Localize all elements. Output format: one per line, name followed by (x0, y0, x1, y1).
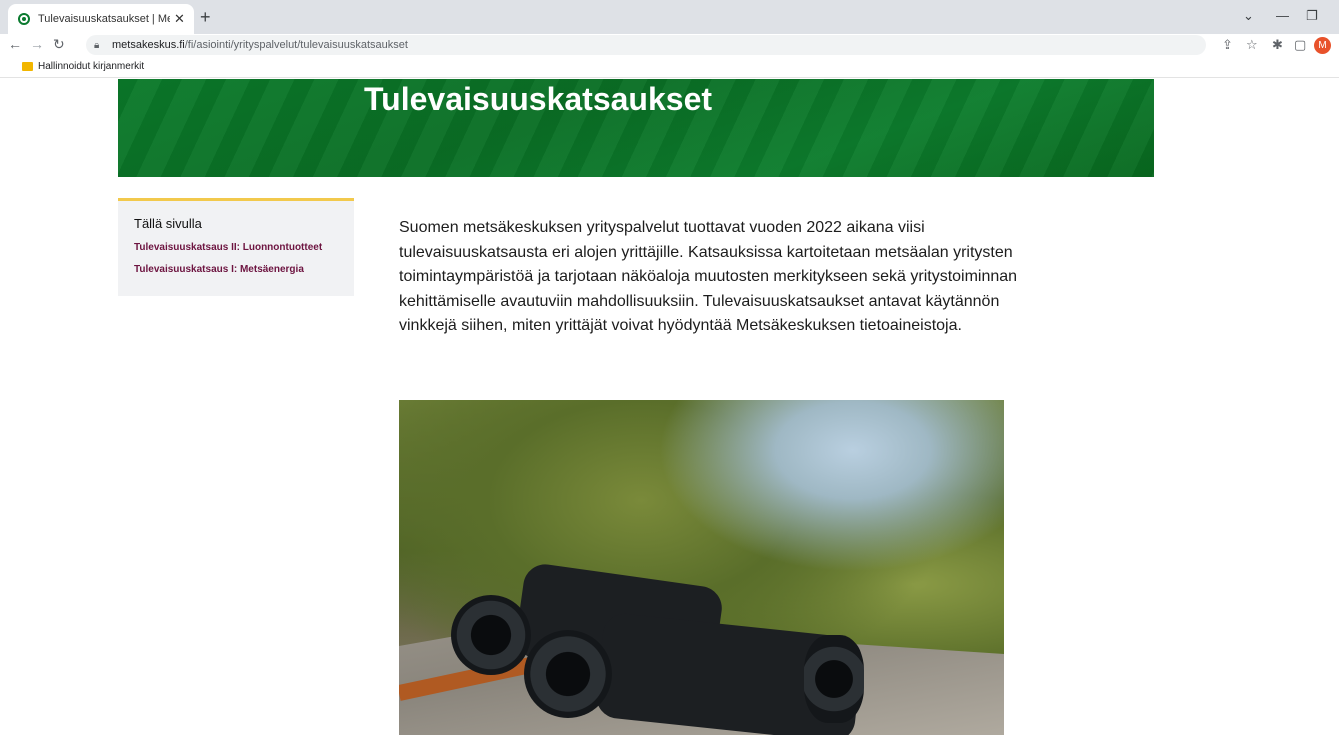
bookmarks-bar: Hallinnoidut kirjanmerkit (0, 56, 1339, 78)
share-icon[interactable]: ⇪ (1222, 37, 1233, 53)
reload-icon[interactable]: ↻ (53, 36, 65, 53)
folder-icon (22, 62, 33, 71)
restore-icon[interactable]: ❐ (1306, 8, 1318, 24)
eyepiece-lens-left (451, 595, 531, 675)
new-tab-button[interactable]: + (200, 7, 211, 27)
sidepanel-icon[interactable]: ▢ (1294, 37, 1306, 53)
site-favicon-icon (18, 13, 30, 25)
tab-title: Tulevaisuuskatsaukset | Metsäkes (38, 13, 170, 25)
forward-icon[interactable]: → (30, 36, 44, 52)
tab-close-icon[interactable]: ✕ (174, 11, 185, 27)
anchor-link-metsaenergia[interactable]: Tulevaisuuskatsaus I: Metsäenergia (134, 264, 304, 275)
star-icon[interactable]: ☆ (1246, 37, 1258, 53)
address-bar[interactable]: 🔒︎ metsakeskus.fi/fi/asiointi/yrityspalv… (86, 35, 1206, 55)
lock-icon[interactable]: 🔒︎ (94, 40, 106, 51)
on-this-page-nav: Tällä sivulla Tulevaisuuskatsaus II: Luo… (118, 198, 354, 296)
hero-banner: Tulevaisuuskatsaukset (118, 79, 1154, 177)
intro-paragraph: Suomen metsäkeskuksen yrityspalvelut tuo… (399, 219, 1018, 334)
browser-toolbar: ← → ↻ 🔒︎ metsakeskus.fi/fi/asiointi/yrit… (0, 34, 1339, 56)
back-icon[interactable]: ← (8, 36, 22, 52)
tab-strip: Tulevaisuuskatsaukset | Metsäkes ✕ + ⌄ —… (0, 0, 1339, 34)
eyepiece-lens-right (524, 630, 612, 718)
minimize-icon[interactable]: — (1276, 8, 1289, 23)
binoculars-photo (399, 400, 1004, 735)
on-this-page-heading: Tällä sivulla (134, 216, 202, 231)
extensions-icon[interactable]: ✱ (1272, 37, 1283, 53)
objective-lens (804, 635, 864, 723)
url-path: /fi/asiointi/yrityspalvelut/tulevaisuusk… (184, 39, 408, 51)
profile-avatar[interactable]: M (1314, 37, 1331, 54)
tab-search-icon[interactable]: ⌄ (1243, 8, 1254, 24)
url-text[interactable]: metsakeskus.fi/fi/asiointi/yrityspalvelu… (112, 39, 408, 51)
browser-tab[interactable]: Tulevaisuuskatsaukset | Metsäkes ✕ (8, 4, 194, 34)
page-title: Tulevaisuuskatsaukset (364, 81, 713, 117)
url-host: metsakeskus.fi (112, 39, 185, 51)
bookmark-folder-managed[interactable]: Hallinnoidut kirjanmerkit (38, 61, 144, 72)
anchor-link-luonnontuotteet[interactable]: Tulevaisuuskatsaus II: Luonnontuotteet (134, 242, 322, 253)
